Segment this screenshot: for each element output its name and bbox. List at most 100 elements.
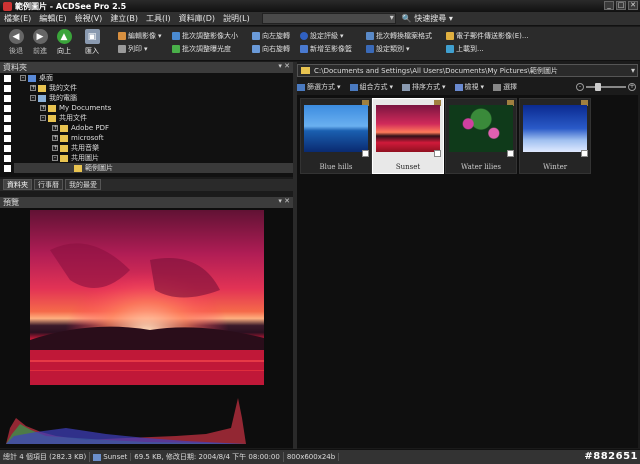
batch-convert-button[interactable]: 批次轉換檔案格式 <box>366 31 432 41</box>
address-bar[interactable]: C:\Documents and Settings\All Users\Docu… <box>297 64 638 77</box>
tree-checkbox[interactable] <box>4 75 11 82</box>
tree-item-shared-pictures[interactable]: - 共用圖片 <box>52 153 99 163</box>
tree-item-adobe-pdf[interactable]: + Adobe PDF <box>52 123 109 133</box>
batch-exposure-button[interactable]: 批次調整曝光度 <box>172 44 231 54</box>
menu-help[interactable]: 說明(L) <box>219 13 254 24</box>
set-rating-button[interactable]: 設定評級 ▾ <box>300 31 344 41</box>
address-path: C:\Documents and Settings\All Users\Docu… <box>314 66 558 75</box>
upload-icon <box>446 45 454 53</box>
add-to-basket-label: 新增至影像籃 <box>310 45 352 53</box>
maximize-button[interactable]: □ <box>616 1 626 10</box>
zoom-track[interactable] <box>586 83 626 91</box>
tree-item-shared-docs[interactable]: - 共用文件 <box>40 113 87 123</box>
menu-create[interactable]: 建立(B) <box>106 13 142 24</box>
preview-pane-header: 預覽 ▾ ✕ <box>0 197 293 208</box>
menu-file[interactable]: 檔案(E) <box>0 13 35 24</box>
tree-checkbox[interactable] <box>4 145 11 152</box>
pane-pin-close-icon[interactable]: ▾ ✕ <box>278 62 290 70</box>
expand-icon[interactable]: + <box>52 125 58 131</box>
collapse-icon[interactable]: - <box>20 75 26 81</box>
tree-checkbox[interactable] <box>4 95 11 102</box>
tab-folders[interactable]: 資料夾 <box>3 179 32 190</box>
add-to-basket-button[interactable]: 新增至影像籃 <box>300 44 352 54</box>
expand-icon[interactable]: + <box>30 85 36 91</box>
tree-checkbox[interactable] <box>4 165 11 172</box>
menu-edit[interactable]: 編輯(E) <box>35 13 70 24</box>
thumbnail-water-lilies[interactable]: Water lilies <box>445 98 517 174</box>
expand-icon[interactable]: + <box>52 135 58 141</box>
set-category-button[interactable]: 設定類別 ▾ <box>366 44 410 54</box>
thumbnail-checkbox[interactable] <box>507 150 514 157</box>
thumbnail-checkbox[interactable] <box>362 150 369 157</box>
collapse-icon[interactable]: - <box>52 155 58 161</box>
email-button[interactable]: 電子郵件傳送影像(E)... <box>446 31 529 41</box>
close-button[interactable]: ✕ <box>628 1 638 10</box>
thumbnail-checkbox[interactable] <box>581 150 588 157</box>
rating-icon <box>300 32 308 40</box>
filter-dropdown[interactable]: 篩選方式 ▾ <box>297 82 341 92</box>
batch-resize-button[interactable]: 批次調整影像大小 <box>172 31 238 41</box>
folders-title: 資料夾 <box>3 63 27 72</box>
pane-pin-close-icon[interactable]: ▾ ✕ <box>278 197 290 205</box>
tree-checkbox[interactable] <box>4 155 11 162</box>
tree-item-my-docs[interactable]: + 我的文件 <box>30 83 77 93</box>
up-button[interactable]: ▲ 向上 <box>52 29 76 56</box>
expand-icon[interactable]: + <box>52 145 58 151</box>
edit-icon <box>118 32 126 40</box>
select-dropdown[interactable]: 選擇 <box>493 82 517 92</box>
tree-checkbox[interactable] <box>4 125 11 132</box>
tree-item-my-computer[interactable]: - 我的電腦 <box>30 93 77 103</box>
sunset-photo <box>30 210 264 385</box>
chevron-down-icon[interactable]: ▾ <box>631 66 635 75</box>
back-button[interactable]: ◀ 後退 <box>4 29 28 56</box>
zoom-in-icon[interactable]: + <box>628 83 636 91</box>
tree-checkbox[interactable] <box>4 115 11 122</box>
folder-icon <box>60 144 68 152</box>
up-icon: ▲ <box>56 29 72 44</box>
thumbnail-blue-hills[interactable]: Blue hills <box>300 98 372 174</box>
minimize-button[interactable]: _ <box>604 1 614 10</box>
tab-calendar[interactable]: 行事曆 <box>34 179 63 190</box>
thumbnail-winter[interactable]: Winter <box>519 98 591 174</box>
forward-button[interactable]: ▶ 前進 <box>28 29 52 56</box>
computer-icon <box>38 94 46 102</box>
rotate-right-button[interactable]: 向右旋轉 <box>252 44 290 54</box>
view-icon <box>454 83 463 91</box>
tree-item-sample-pictures[interactable]: 範例圖片 <box>14 163 293 173</box>
folder-icon <box>48 104 56 112</box>
rotate-left-button[interactable]: 向左旋轉 <box>252 31 290 41</box>
sort-dropdown[interactable]: 排序方式 ▾ <box>402 82 446 92</box>
view-dropdown[interactable]: 檢視 ▾ <box>454 82 484 92</box>
zoom-out-icon[interactable]: - <box>576 83 584 91</box>
menu-database[interactable]: 資料庫(D) <box>175 13 219 24</box>
quick-search-button[interactable]: 🔍 快速搜尋 ▾ <box>402 13 453 24</box>
group-dropdown[interactable]: 組合方式 ▾ <box>349 82 393 92</box>
upload-button[interactable]: 上載到... <box>446 44 484 54</box>
collapse-icon[interactable]: - <box>30 95 36 101</box>
tree-item-desktop[interactable]: - 桌面 <box>20 73 53 83</box>
expand-icon[interactable]: + <box>40 105 46 111</box>
collapse-icon[interactable]: - <box>40 115 46 121</box>
status-bar: 總計 4 個項目 (282.3 KB) Sunset 69.5 KB, 修改日期… <box>0 449 640 464</box>
print-button[interactable]: 列印 ▾ <box>118 44 148 54</box>
edit-image-button[interactable]: 編輯影像 ▾ <box>118 31 162 41</box>
tree-item-label: 共用文件 <box>59 114 87 122</box>
zoom-thumb[interactable] <box>595 83 601 91</box>
tree-item-microsoft[interactable]: + microsoft <box>52 133 104 143</box>
folder-open-icon <box>74 164 82 172</box>
menu-tools[interactable]: 工具(I) <box>142 13 175 24</box>
tree-item-my-documents[interactable]: + My Documents <box>40 103 111 113</box>
import-button[interactable]: ▣ 匯入 <box>80 29 104 56</box>
thumbnail-zoom-slider[interactable]: - + <box>576 83 636 91</box>
thumbnail-sunset[interactable]: Sunset <box>372 98 444 174</box>
tree-checkbox[interactable] <box>4 105 11 112</box>
tree-checkbox[interactable] <box>4 135 11 142</box>
menu-view[interactable]: 檢視(V) <box>71 13 107 24</box>
tree-checkbox[interactable] <box>4 85 11 92</box>
thumbnail-checkbox[interactable] <box>434 150 441 157</box>
tree-item-shared-music[interactable]: + 共用音樂 <box>52 143 99 153</box>
tab-favorites[interactable]: 我的最愛 <box>65 179 101 190</box>
quick-search-input[interactable] <box>261 13 396 24</box>
histogram <box>6 388 246 444</box>
status-info: 69.5 KB, 修改日期: 2004/8/4 下午 08:00:00 <box>131 452 284 462</box>
